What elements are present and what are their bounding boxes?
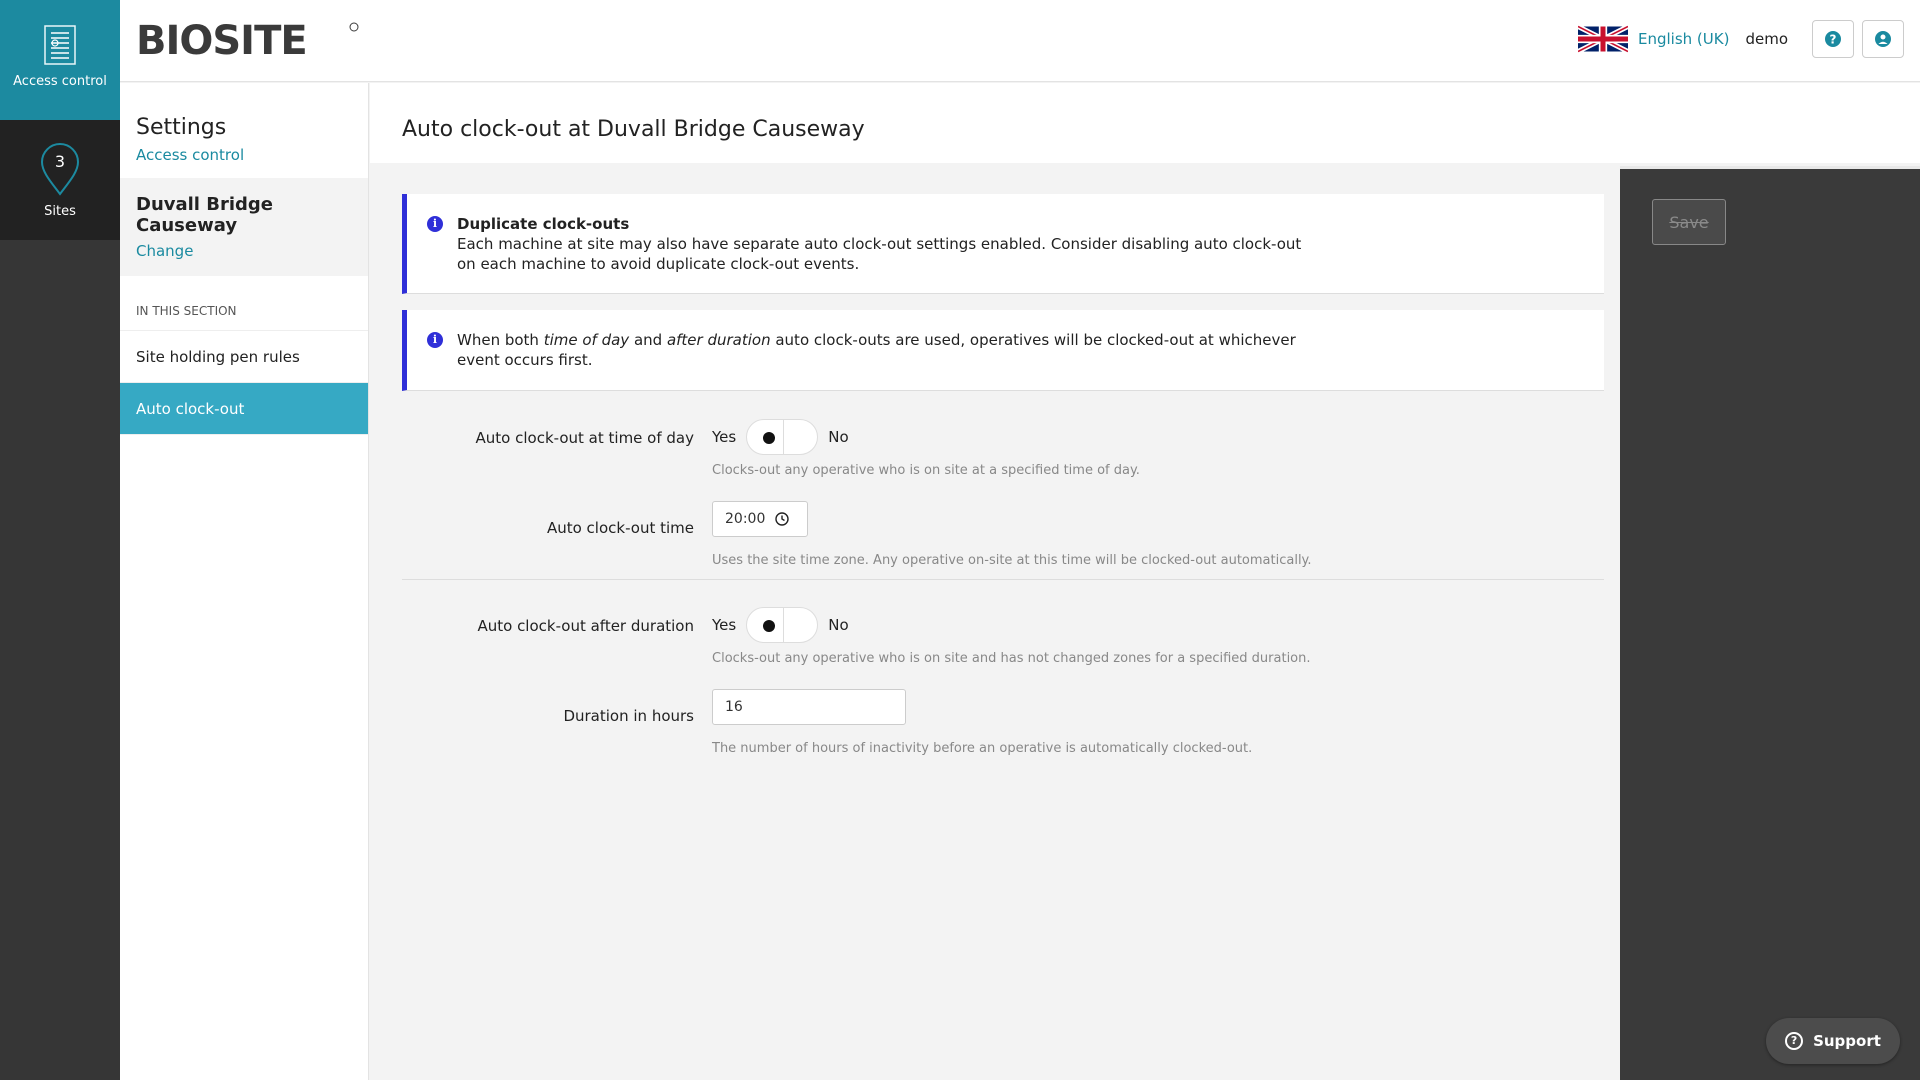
rail-label-sites: Sites <box>44 204 76 219</box>
clock-icon <box>775 512 790 526</box>
map-pin-icon: 3 <box>40 143 80 196</box>
logo-text: BIOSITE <box>136 18 307 58</box>
duration-hours-input[interactable]: 16 <box>712 689 906 725</box>
change-site-link[interactable]: Change <box>136 242 352 260</box>
combined-clockouts-alert: i When both time of day and after durati… <box>402 310 1604 391</box>
site-selector: Duvall Bridge Causeway Change <box>120 178 368 276</box>
page-title: Auto clock-out at Duvall Bridge Causeway <box>402 117 865 142</box>
alert-text: and <box>629 331 667 349</box>
duration-hours-help: The number of hours of inactivity before… <box>712 741 1253 756</box>
section-divider <box>402 579 1604 580</box>
sidebar-item-auto-clock-out[interactable]: Auto clock-out <box>120 383 368 435</box>
sidebar-item-holding-pen-rules[interactable]: Site holding pen rules <box>120 331 368 383</box>
top-header: BIOSITE English (UK) demo ? <box>120 0 1920 82</box>
rail-label-access-control: Access control <box>13 74 107 89</box>
alert-body: Each machine at site may also have separ… <box>457 235 1302 273</box>
settings-sidebar: Settings Access control Duvall Bridge Ca… <box>120 83 369 1080</box>
time-of-day-toggle-group: Yes No <box>712 419 849 455</box>
toggle-no-label: No <box>828 616 849 634</box>
help-button[interactable]: ? <box>1812 20 1854 58</box>
action-panel: Save ? Support <box>1620 166 1920 1080</box>
account-button[interactable] <box>1862 20 1904 58</box>
biosite-logo[interactable]: BIOSITE <box>136 18 366 64</box>
username[interactable]: demo <box>1745 30 1788 48</box>
after-duration-help: Clocks-out any operative who is on site … <box>712 651 1311 666</box>
after-duration-toggle[interactable] <box>746 607 819 643</box>
sites-count: 3 <box>55 152 65 171</box>
alert-em-after-duration: after duration <box>666 331 771 349</box>
time-of-day-toggle[interactable] <box>746 419 819 455</box>
after-duration-label: Auto clock-out after duration <box>477 617 694 635</box>
access-control-link[interactable]: Access control <box>136 146 352 164</box>
section-heading: IN THIS SECTION <box>120 276 368 331</box>
question-icon: ? <box>1785 1032 1804 1050</box>
help-icon: ? <box>1825 31 1841 47</box>
access-control-icon <box>44 25 76 65</box>
toggle-no-label: No <box>828 428 849 446</box>
info-icon: i <box>427 216 443 232</box>
page-header: Auto clock-out at Duvall Bridge Causeway <box>370 83 1920 163</box>
svg-text:?: ? <box>1830 33 1837 47</box>
info-icon: i <box>427 332 443 348</box>
after-duration-toggle-group: Yes No <box>712 607 849 643</box>
app-rail: Access control 3 Sites <box>0 0 120 1080</box>
duplicate-clockouts-alert: i Duplicate clock-outs Each machine at s… <box>402 194 1604 294</box>
time-of-day-help: Clocks-out any operative who is on site … <box>712 463 1140 478</box>
clock-out-time-input[interactable]: 20:00 <box>712 501 808 537</box>
clock-out-time-help: Uses the site time zone. Any operative o… <box>712 553 1312 568</box>
support-button[interactable]: ? Support <box>1766 1018 1900 1064</box>
clock-out-time-label: Auto clock-out time <box>546 519 694 537</box>
language-selector[interactable]: English (UK) <box>1638 30 1729 48</box>
alert-em-time-of-day: time of day <box>543 331 630 349</box>
alert-text: When both <box>457 331 544 349</box>
time-of-day-label: Auto clock-out at time of day <box>475 429 694 447</box>
sidebar-title: Settings <box>136 115 227 140</box>
site-name: Duvall Bridge Causeway <box>136 194 273 236</box>
duration-hours-label: Duration in hours <box>563 707 694 725</box>
alert-title: Duplicate clock-outs <box>457 215 630 233</box>
user-icon <box>1875 31 1891 47</box>
main-content: i Duplicate clock-outs Each machine at s… <box>370 163 1620 1080</box>
time-value: 20:00 <box>725 511 766 527</box>
duration-value: 16 <box>725 699 743 715</box>
toggle-yes-label: Yes <box>712 616 737 634</box>
support-label: Support <box>1813 1032 1881 1050</box>
uk-flag-icon[interactable] <box>1578 22 1628 56</box>
rail-item-sites[interactable]: 3 Sites <box>0 120 120 240</box>
save-button[interactable]: Save <box>1652 199 1726 245</box>
rail-item-access-control[interactable]: Access control <box>0 0 120 120</box>
toggle-yes-label: Yes <box>712 428 737 446</box>
